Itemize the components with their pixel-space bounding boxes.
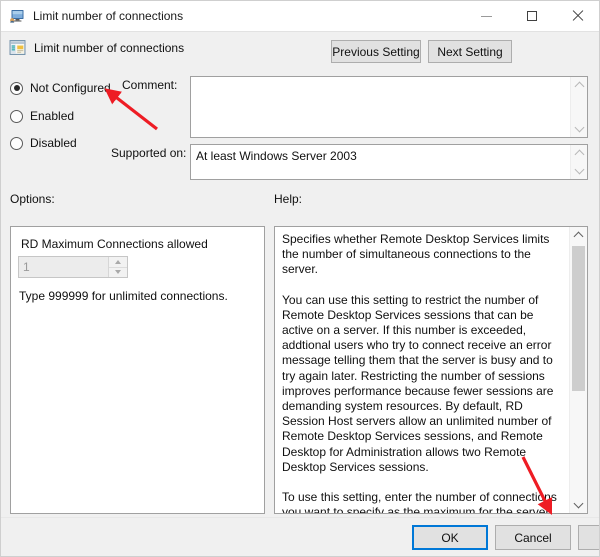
help-text: Specifies whether Remote Desktop Service… bbox=[275, 227, 569, 513]
triangle-up-icon bbox=[115, 260, 121, 264]
supported-on-value: At least Windows Server 2003 bbox=[191, 145, 570, 179]
supported-on-label: Supported on: bbox=[111, 146, 186, 160]
options-section-label: Options: bbox=[10, 192, 55, 206]
help-panel: Specifies whether Remote Desktop Service… bbox=[274, 226, 588, 514]
setting-name: Limit number of connections bbox=[34, 41, 184, 55]
close-button[interactable] bbox=[555, 1, 600, 31]
chevron-down-icon bbox=[574, 123, 584, 133]
radio-not-configured[interactable]: Not Configured bbox=[10, 80, 111, 96]
triangle-down-icon bbox=[115, 270, 121, 274]
help-scroll-down-button[interactable] bbox=[570, 497, 587, 513]
cancel-button[interactable]: Cancel bbox=[495, 525, 571, 550]
help-scrollbar-thumb[interactable] bbox=[572, 246, 585, 391]
radio-enabled[interactable]: Enabled bbox=[10, 108, 74, 124]
supported-on-field: At least Windows Server 2003 bbox=[190, 144, 588, 180]
maximize-icon bbox=[527, 11, 537, 21]
comment-scroll-down-button[interactable] bbox=[571, 121, 587, 137]
help-paragraph: You can use this setting to restrict the… bbox=[282, 293, 562, 475]
chevron-up-icon bbox=[574, 82, 584, 92]
group-policy-setting-dialog: Limit number of connections bbox=[0, 0, 600, 557]
help-section-label: Help: bbox=[274, 192, 302, 206]
comment-scrollbar[interactable] bbox=[570, 77, 587, 137]
max-connections-value[interactable]: 1 bbox=[19, 257, 108, 277]
radio-not-configured-mark bbox=[10, 82, 23, 95]
maximize-button[interactable] bbox=[509, 1, 555, 31]
max-connections-hint: Type 999999 for unlimited connections. bbox=[19, 289, 228, 303]
help-paragraph: To use this setting, enter the number of… bbox=[282, 490, 562, 513]
minimize-icon bbox=[481, 16, 492, 17]
supported-scroll-down-button[interactable] bbox=[571, 163, 587, 179]
comment-input[interactable] bbox=[191, 77, 570, 137]
max-connections-label: RD Maximum Connections allowed bbox=[21, 237, 208, 251]
apply-button[interactable]: Apply bbox=[578, 525, 600, 550]
help-scrollbar[interactable] bbox=[569, 227, 587, 513]
minimize-button[interactable] bbox=[463, 1, 509, 31]
radio-disabled-label: Disabled bbox=[30, 136, 77, 150]
comment-field[interactable] bbox=[190, 76, 588, 138]
radio-enabled-label: Enabled bbox=[30, 109, 74, 123]
window-title: Limit number of connections bbox=[33, 9, 463, 23]
radio-not-configured-label: Not Configured bbox=[30, 81, 111, 95]
close-icon bbox=[572, 10, 584, 22]
comment-scroll-up-button[interactable] bbox=[571, 77, 587, 93]
comment-label: Comment: bbox=[122, 78, 177, 92]
supported-on-scrollbar[interactable] bbox=[570, 145, 587, 179]
setting-state-form: Not Configured Enabled Disabled Comment:… bbox=[1, 64, 600, 186]
group-policy-setting-icon bbox=[9, 39, 26, 56]
chevron-down-icon bbox=[574, 165, 584, 175]
supported-scroll-up-button[interactable] bbox=[571, 145, 587, 161]
ok-button[interactable]: OK bbox=[412, 525, 488, 550]
chevron-up-icon bbox=[574, 232, 584, 242]
next-setting-button[interactable]: Next Setting bbox=[428, 40, 512, 63]
stepper-decrement-button[interactable] bbox=[109, 267, 127, 278]
stepper-buttons bbox=[108, 257, 127, 277]
radio-disabled-mark bbox=[10, 137, 23, 150]
remote-desktop-monitor-icon bbox=[9, 8, 25, 24]
footer-divider bbox=[1, 517, 600, 518]
chevron-up-icon bbox=[574, 150, 584, 160]
chevron-down-icon bbox=[574, 499, 584, 509]
title-bar: Limit number of connections bbox=[1, 1, 600, 31]
help-scroll-up-button[interactable] bbox=[570, 227, 587, 243]
window-controls bbox=[463, 1, 600, 31]
radio-disabled[interactable]: Disabled bbox=[10, 135, 77, 151]
help-paragraph: Specifies whether Remote Desktop Service… bbox=[282, 232, 562, 278]
max-connections-stepper[interactable]: 1 bbox=[18, 256, 128, 278]
options-panel: RD Maximum Connections allowed 1 Type 99… bbox=[10, 226, 265, 514]
radio-enabled-mark bbox=[10, 110, 23, 123]
stepper-increment-button[interactable] bbox=[109, 257, 127, 267]
previous-setting-button[interactable]: Previous Setting bbox=[331, 40, 421, 63]
